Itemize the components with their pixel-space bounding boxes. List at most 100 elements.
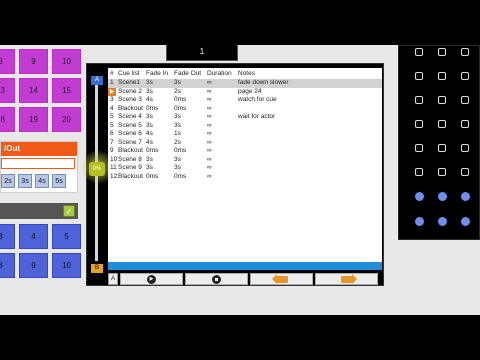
fixture-dot[interactable] [415,72,423,80]
cue-fade-in: 0ms [146,147,159,154]
fade-seconds-button[interactable]: 2s [1,174,15,188]
fixture-dot[interactable] [461,120,469,128]
cue-name: Scene 2 [118,87,142,95]
cue-num: 7 [110,138,114,146]
table-row[interactable]: 9 Blackout 0ms 0ms ∞ [108,147,382,156]
fixture-dot-active[interactable] [461,192,470,201]
fixture-dot[interactable] [461,48,469,56]
fixture-dot[interactable] [415,144,423,152]
previous-cue-button[interactable] [250,273,313,285]
fixture-dot[interactable] [461,72,469,80]
purple-pad[interactable]: 15 [52,78,81,103]
dark-strip: ✓ [0,203,78,219]
table-row[interactable]: 2Scene 23s2s∞page 24▶ [108,87,382,97]
cue-notes: page 24 [238,87,262,95]
cue-duration: ∞ [207,79,212,86]
fixture-dot[interactable] [415,168,423,176]
cue-fade-out: 2s [174,138,181,146]
fixture-dot[interactable] [438,168,446,176]
blue-pad[interactable]: 3 [0,224,15,249]
purple-pad[interactable]: 13 [0,78,15,103]
cue-fade-out: 0ms [174,172,187,180]
purple-pad[interactable]: 14 [19,78,48,103]
fixture-dot[interactable] [438,72,446,80]
blue-pad[interactable]: 10 [52,253,81,278]
blue-pad-grid: 3 4 5 8 9 10 [0,224,81,278]
purple-pad[interactable]: 8 [0,49,15,74]
cue-duration: ∞ [207,147,212,154]
header-cue-list: Cue list [118,70,140,77]
purple-pad[interactable]: 10 [52,49,81,74]
table-row[interactable]: 7 Scene 7 4s 2s ∞ [108,139,382,148]
blue-pad[interactable]: 4 [19,224,48,249]
play-button[interactable]: ▶ [120,273,183,285]
fade-input[interactable] [1,158,75,169]
cue-fade-out: 3s [174,164,181,171]
fixture-dot-active[interactable] [415,192,424,201]
cue-duration: ∞ [207,121,212,129]
next-cue-button[interactable] [315,273,378,285]
fixture-dot[interactable] [461,144,469,152]
left-panel: 8910131415181920 /Out 2s3s4s5s ✓ 3458910 [0,45,81,315]
cue-num: 6 [110,130,114,137]
cue-name: Scene 4 [118,113,142,120]
crossfade-slider-knob[interactable]: 0% [89,162,105,176]
purple-pad[interactable]: 18 [0,107,15,132]
fixture-dot[interactable] [415,48,423,56]
table-row[interactable]: 11 Scene 9 3s 3s ∞ [108,164,382,173]
cue-fade-in: 4s [146,138,153,146]
a-button[interactable]: A [108,273,118,285]
fade-panel: /Out 2s 3s 4s 5s [0,141,78,193]
fixture-dot[interactable] [461,168,469,176]
cue-table: # Cue list Fade In Fade Out Duration Not… [108,68,382,262]
fixture-dot[interactable] [438,120,446,128]
check-icon[interactable]: ✓ [63,205,75,217]
cue-num: 10 [110,155,118,163]
fixture-dot[interactable] [438,144,446,152]
fixture-dot-active[interactable] [461,217,470,226]
fixture-dot[interactable] [438,96,446,104]
cue-duration: ∞ [207,96,212,103]
fade-seconds-button[interactable]: 3s [18,174,32,188]
purple-pad[interactable]: 19 [19,107,48,132]
fixture-dot[interactable] [461,96,469,104]
cue-notes: wait for actor [238,113,276,120]
fixture-dot[interactable] [415,96,423,104]
cue-num: 5 [110,121,114,129]
previous-arrow-icon [271,273,288,284]
blue-pad[interactable]: 8 [0,253,15,278]
table-row[interactable]: 1 Scene1 3s 3s ∞ fade down slower [108,79,382,88]
blue-pad[interactable]: 5 [52,224,81,249]
purple-pad[interactable]: 9 [19,49,48,74]
next-arrow-icon [340,273,357,284]
cue-fade-out: 3s [174,155,181,163]
fade-seconds-button[interactable]: 4s [35,174,49,188]
right-panel [398,45,480,240]
blue-pad[interactable]: 9 [19,253,48,278]
table-row[interactable]: 5 Scene 5 3s 3s ∞ [108,122,382,131]
table-row[interactable]: 4 Blackout 0ms 0ms ∞ [108,105,382,114]
fixture-dot[interactable] [415,120,423,128]
fixture-dot[interactable] [438,48,446,56]
stop-icon [212,274,221,284]
cue-fade-in: 3s [146,164,153,171]
cue-name: Scene 8 [118,155,142,163]
fade-seconds-button[interactable]: 5s [52,174,66,188]
cue-num: 11 [110,164,117,171]
cue-fade-in: 3s [146,121,153,129]
table-row[interactable]: 6 Scene 6 4s 1s ∞ [108,130,382,139]
table-row[interactable]: 10 Scene 8 3s 3s ∞ [108,156,382,165]
fixture-dot-active[interactable] [415,217,424,226]
cue-duration: ∞ [207,172,212,180]
purple-pad[interactable]: 20 [52,107,81,132]
cue-name: Blackout [118,147,143,154]
cue-duration: ∞ [207,113,212,120]
fixture-dot-active[interactable] [438,217,447,226]
fixture-dot-active[interactable] [438,192,447,201]
table-row[interactable]: 12 Blackout 0ms 0ms ∞ [108,173,382,182]
table-header: # Cue list Fade In Fade Out Duration Not… [108,70,382,79]
header-duration: Duration [207,70,232,77]
table-row[interactable]: 3 Scene 3 4s 0ms ∞ watch for cue [108,96,382,105]
stop-button[interactable] [185,273,248,285]
table-row[interactable]: 5 Scene 4 3s 3s ∞ wait for actor [108,113,382,122]
